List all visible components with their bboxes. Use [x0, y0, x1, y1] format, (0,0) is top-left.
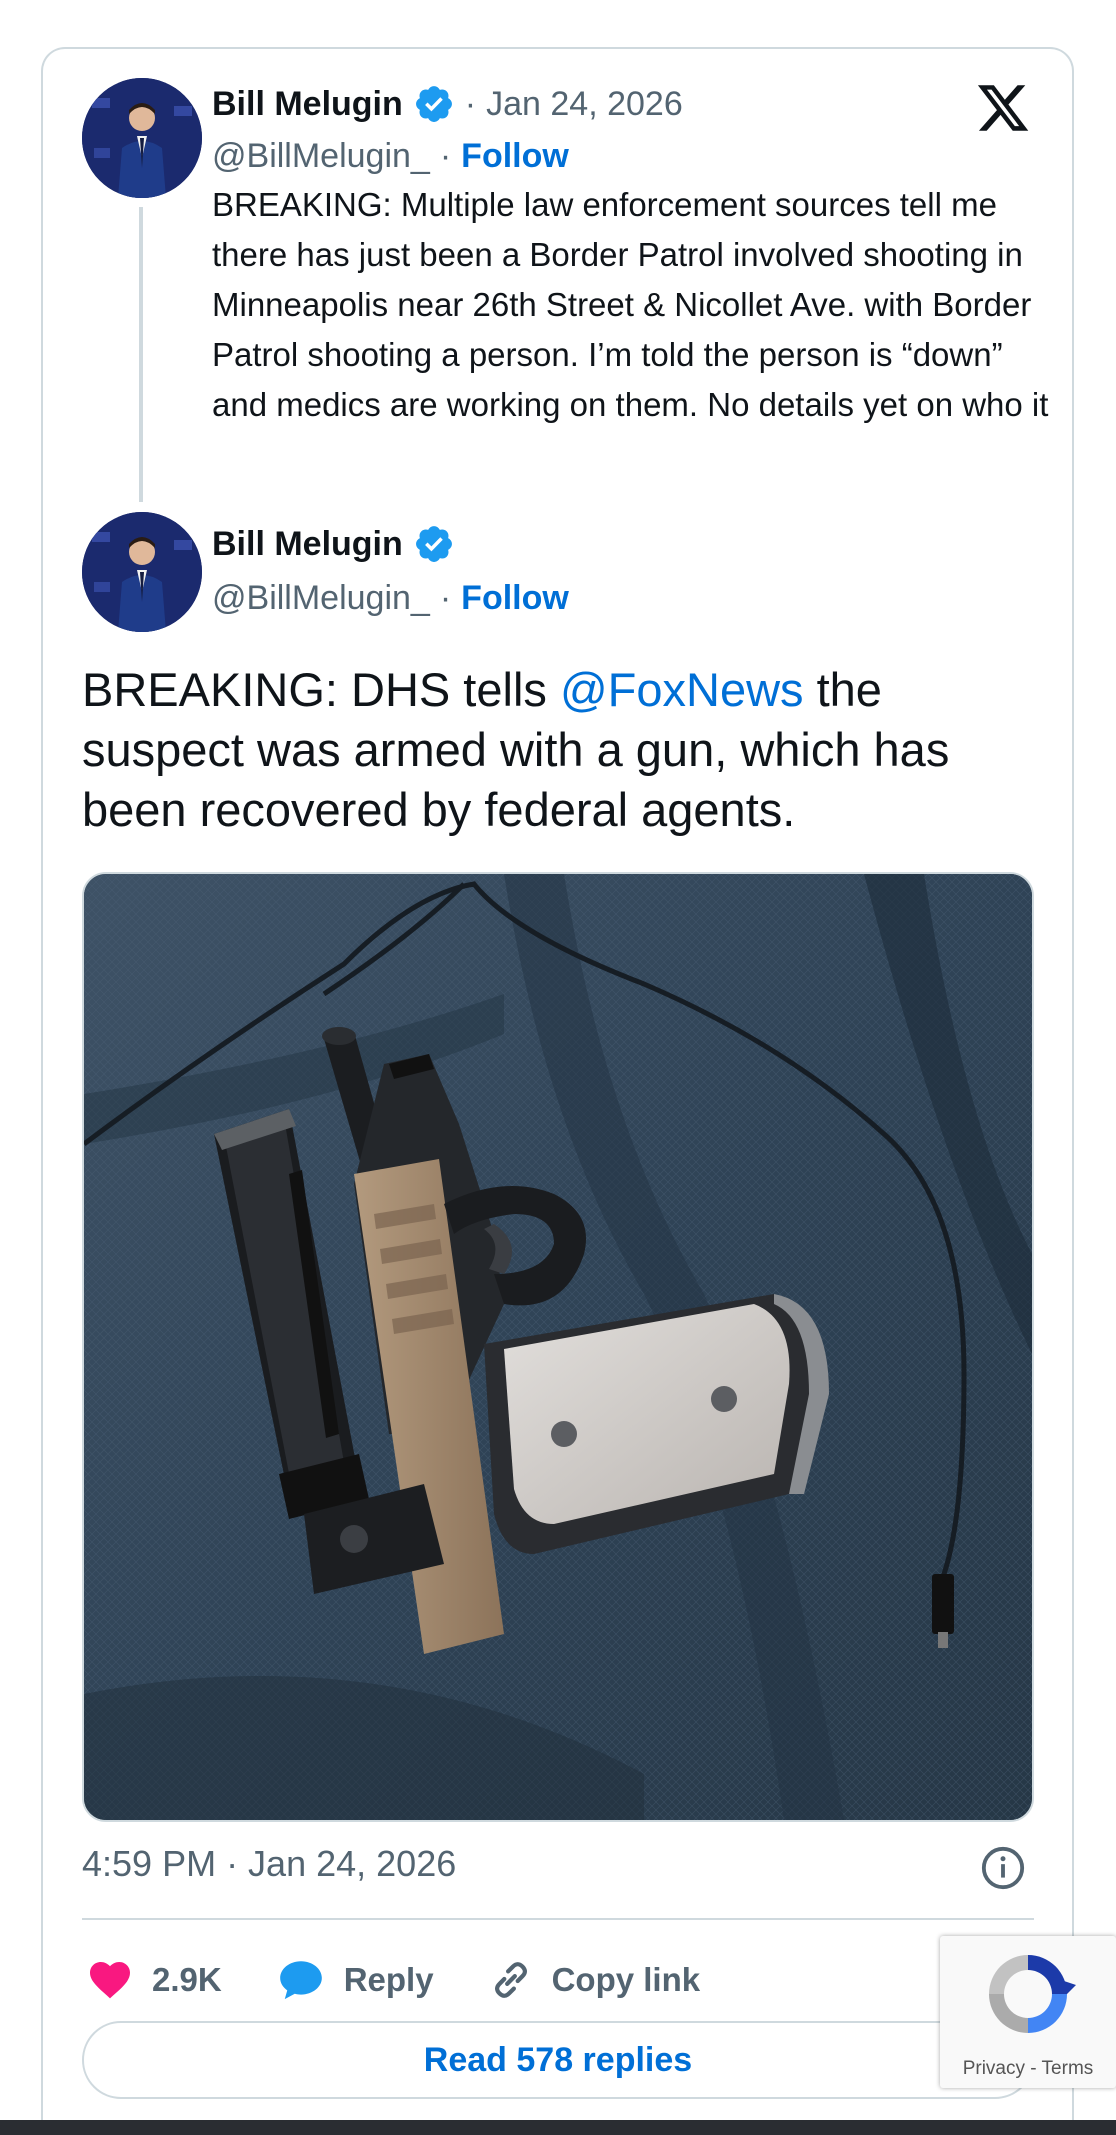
author-handle[interactable]: @BillMelugin_ [212, 579, 430, 618]
recaptcha-badge[interactable]: Privacy - Terms [940, 1936, 1116, 2088]
privacy-link[interactable]: Privacy [963, 2058, 1025, 2079]
quoted-handle-row: @BillMelugin_ · Follow [212, 132, 569, 180]
quoted-author-row: Bill Melugin · Jan 24, 2026 [212, 80, 683, 128]
pistol-photo-image [84, 874, 1032, 1820]
terms-link[interactable]: Terms [1042, 2058, 1094, 2079]
recaptcha-dash: - [1025, 2058, 1042, 2079]
separator-dot: · [464, 84, 477, 123]
reply-bubble-icon [279, 1961, 322, 2000]
recaptcha-links: Privacy - Terms [940, 2058, 1116, 2080]
like-button[interactable]: 2.9K [86, 1956, 222, 2004]
tweet-timestamp[interactable]: 4:59 PM · Jan 24, 2026 [82, 1843, 456, 1885]
tweet-text: BREAKING: DHS tells @FoxNews the suspect… [82, 660, 1042, 840]
quoted-follow-button[interactable]: Follow [461, 137, 569, 176]
reply-label: Reply [343, 1961, 434, 1998]
reply-button[interactable]: Reply [276, 1955, 434, 2005]
tweet-actions: 2.9K Reply Copy link [86, 1950, 754, 2010]
author-name[interactable]: Bill Melugin [212, 525, 403, 564]
follow-button[interactable]: Follow [461, 579, 569, 618]
copy-link-label: Copy link [551, 1961, 701, 1998]
like-count: 2.9K [152, 1961, 222, 1998]
quoted-author-avatar[interactable] [82, 78, 202, 198]
thread-connector-line [139, 207, 143, 502]
actions-divider [82, 1918, 1034, 1920]
link-icon [494, 1962, 527, 1998]
author-row: Bill Melugin [212, 520, 455, 568]
verified-badge-icon [415, 526, 452, 562]
mention-link[interactable]: @FoxNews [560, 663, 804, 716]
quoted-tweet-date[interactable]: Jan 24, 2026 [486, 85, 683, 124]
tweet-text-part: BREAKING: DHS tells [82, 663, 560, 716]
quoted-tweet-text: BREAKING: Multiple law enforcement sourc… [212, 186, 1049, 423]
verified-badge-icon [415, 86, 452, 122]
quoted-author-handle[interactable]: @BillMelugin_ [212, 137, 430, 176]
author-avatar[interactable] [82, 512, 202, 632]
heart-icon [90, 1962, 130, 1999]
separator-dot: · [439, 578, 452, 617]
recaptcha-logo-icon [989, 1955, 1076, 2033]
x-logo-icon[interactable] [975, 80, 1031, 136]
author-handle-row: @BillMelugin_ · Follow [212, 574, 569, 622]
tweet-photo[interactable] [82, 872, 1034, 1822]
separator-dot: · [439, 136, 452, 175]
read-replies-button[interactable]: Read 578 replies [82, 2021, 1034, 2099]
bottom-bar [0, 2120, 1116, 2135]
info-icon[interactable] [980, 1845, 1026, 1891]
copy-link-button[interactable]: Copy link [488, 1957, 701, 2003]
quoted-author-name[interactable]: Bill Melugin [212, 85, 403, 124]
